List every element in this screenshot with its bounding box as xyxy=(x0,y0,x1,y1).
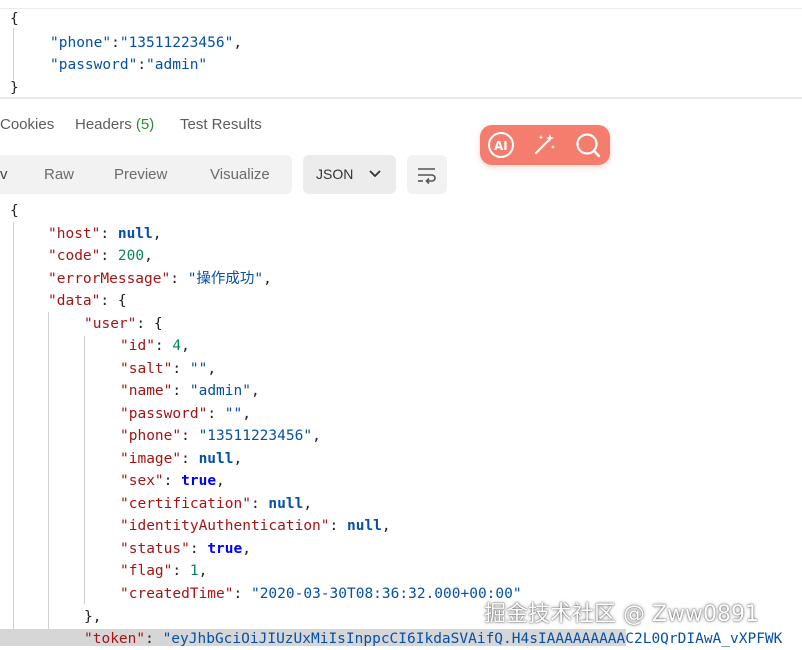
json-line-code: "code": 200, xyxy=(48,248,153,264)
wrap-lines-icon xyxy=(418,168,436,185)
json-line-user-field: "certification": null, xyxy=(120,495,313,512)
indent-guide xyxy=(84,336,85,604)
search-icon[interactable] xyxy=(574,131,602,159)
json-line-user-field: "createdTime": "2020-03-30T08:36:32.000+… xyxy=(120,585,522,602)
svg-text:AI: AI xyxy=(494,139,508,153)
chevron-down-icon xyxy=(369,170,381,178)
body-line-phone: "phone":"13511223456", xyxy=(50,35,243,51)
wrap-lines-button[interactable] xyxy=(407,155,447,194)
json-line-user-field: "phone": "13511223456", xyxy=(120,428,321,444)
divider xyxy=(0,97,802,99)
tab-visualize[interactable]: Visualize xyxy=(210,166,270,183)
request-body-editor[interactable]: { "phone":"13511223456", "password":"adm… xyxy=(0,0,802,100)
watermark: 掘金技术社区 @ Zww0891 xyxy=(484,602,760,627)
indent-guide xyxy=(13,28,14,80)
tab-cookies[interactable]: Cookies xyxy=(0,116,54,133)
json-line-token[interactable]: "token": "eyJhbGciOiJIUzUxMiIsInppcCI6Ik… xyxy=(84,628,782,650)
tab-preview[interactable]: Preview xyxy=(114,166,167,183)
json-line-user-field: "flag": 1, xyxy=(120,563,208,579)
tab-pretty-cut[interactable]: v xyxy=(0,166,8,183)
json-line-user-field: "identityAuthentication": null, xyxy=(120,518,391,534)
divider xyxy=(0,8,802,9)
tab-headers[interactable]: Headers (5) xyxy=(75,116,154,133)
json-line-user-field: "sex": true, xyxy=(120,473,225,489)
ai-toolbar: AI xyxy=(480,125,610,165)
tab-raw[interactable]: Raw xyxy=(44,166,74,183)
json-line-data: "data": { xyxy=(48,293,127,309)
json-line-user-field: "image": null, xyxy=(120,450,243,467)
ai-icon[interactable]: AI xyxy=(486,131,516,159)
json-line-errormessage: "errorMessage": "操作成功", xyxy=(48,271,272,287)
body-line-password: "password":"admin" xyxy=(50,57,208,73)
json-line-user-field: "name": "admin", xyxy=(120,383,260,399)
json-line-user-field: "salt": "", xyxy=(120,360,217,377)
tab-test-results[interactable]: Test Results xyxy=(180,116,262,133)
headers-count-badge: (5) xyxy=(135,116,155,133)
indent-guide xyxy=(13,222,14,644)
brace-close: } xyxy=(10,80,19,96)
json-line-user-field: "password": "", xyxy=(120,405,251,422)
magic-wand-icon[interactable] xyxy=(530,131,558,159)
brace-open: { xyxy=(10,11,19,27)
json-line-user: "user": { xyxy=(84,316,163,332)
json-line-host: "host": null, xyxy=(48,226,162,242)
json-line-user-field: "status": true, xyxy=(120,540,251,557)
indent-guide xyxy=(48,312,49,644)
format-select-value: JSON xyxy=(316,166,354,182)
json-line-user-field: "id": 4, xyxy=(120,338,190,354)
json-user-close: }, xyxy=(84,609,102,625)
json-brace-open: { xyxy=(10,203,19,219)
